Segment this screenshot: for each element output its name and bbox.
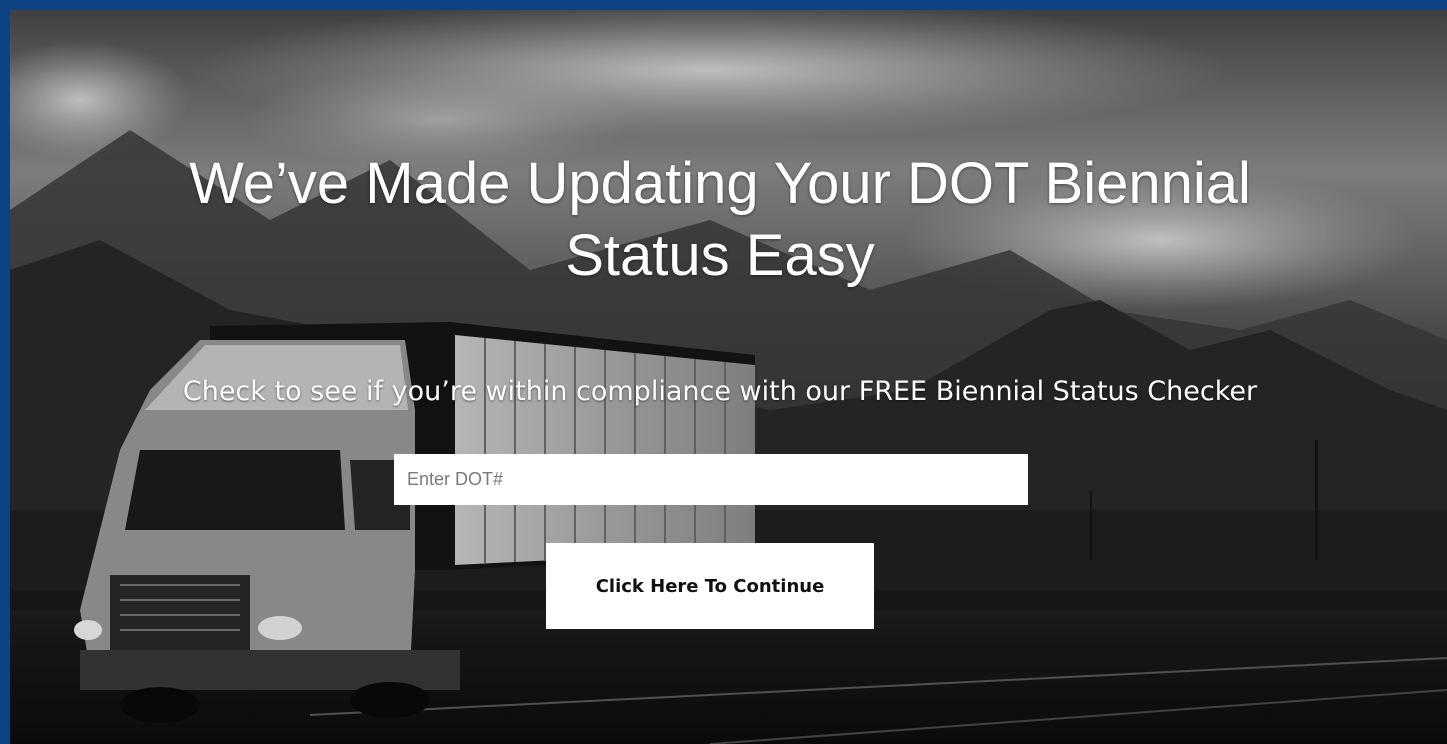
hero-section: We’ve Made Updating Your DOT Biennial St… <box>10 10 1447 744</box>
dot-number-input[interactable] <box>394 454 1028 505</box>
page-title: We’ve Made Updating Your DOT Biennial St… <box>10 148 1430 292</box>
headline-line-2: Status Easy <box>565 223 875 288</box>
subheadline: Check to see if you’re within compliance… <box>182 376 1258 407</box>
headline-line-1: We’ve Made Updating Your DOT Biennial <box>189 151 1251 216</box>
continue-button[interactable]: Click Here To Continue <box>546 543 874 629</box>
page-frame: We’ve Made Updating Your DOT Biennial St… <box>0 0 1447 744</box>
